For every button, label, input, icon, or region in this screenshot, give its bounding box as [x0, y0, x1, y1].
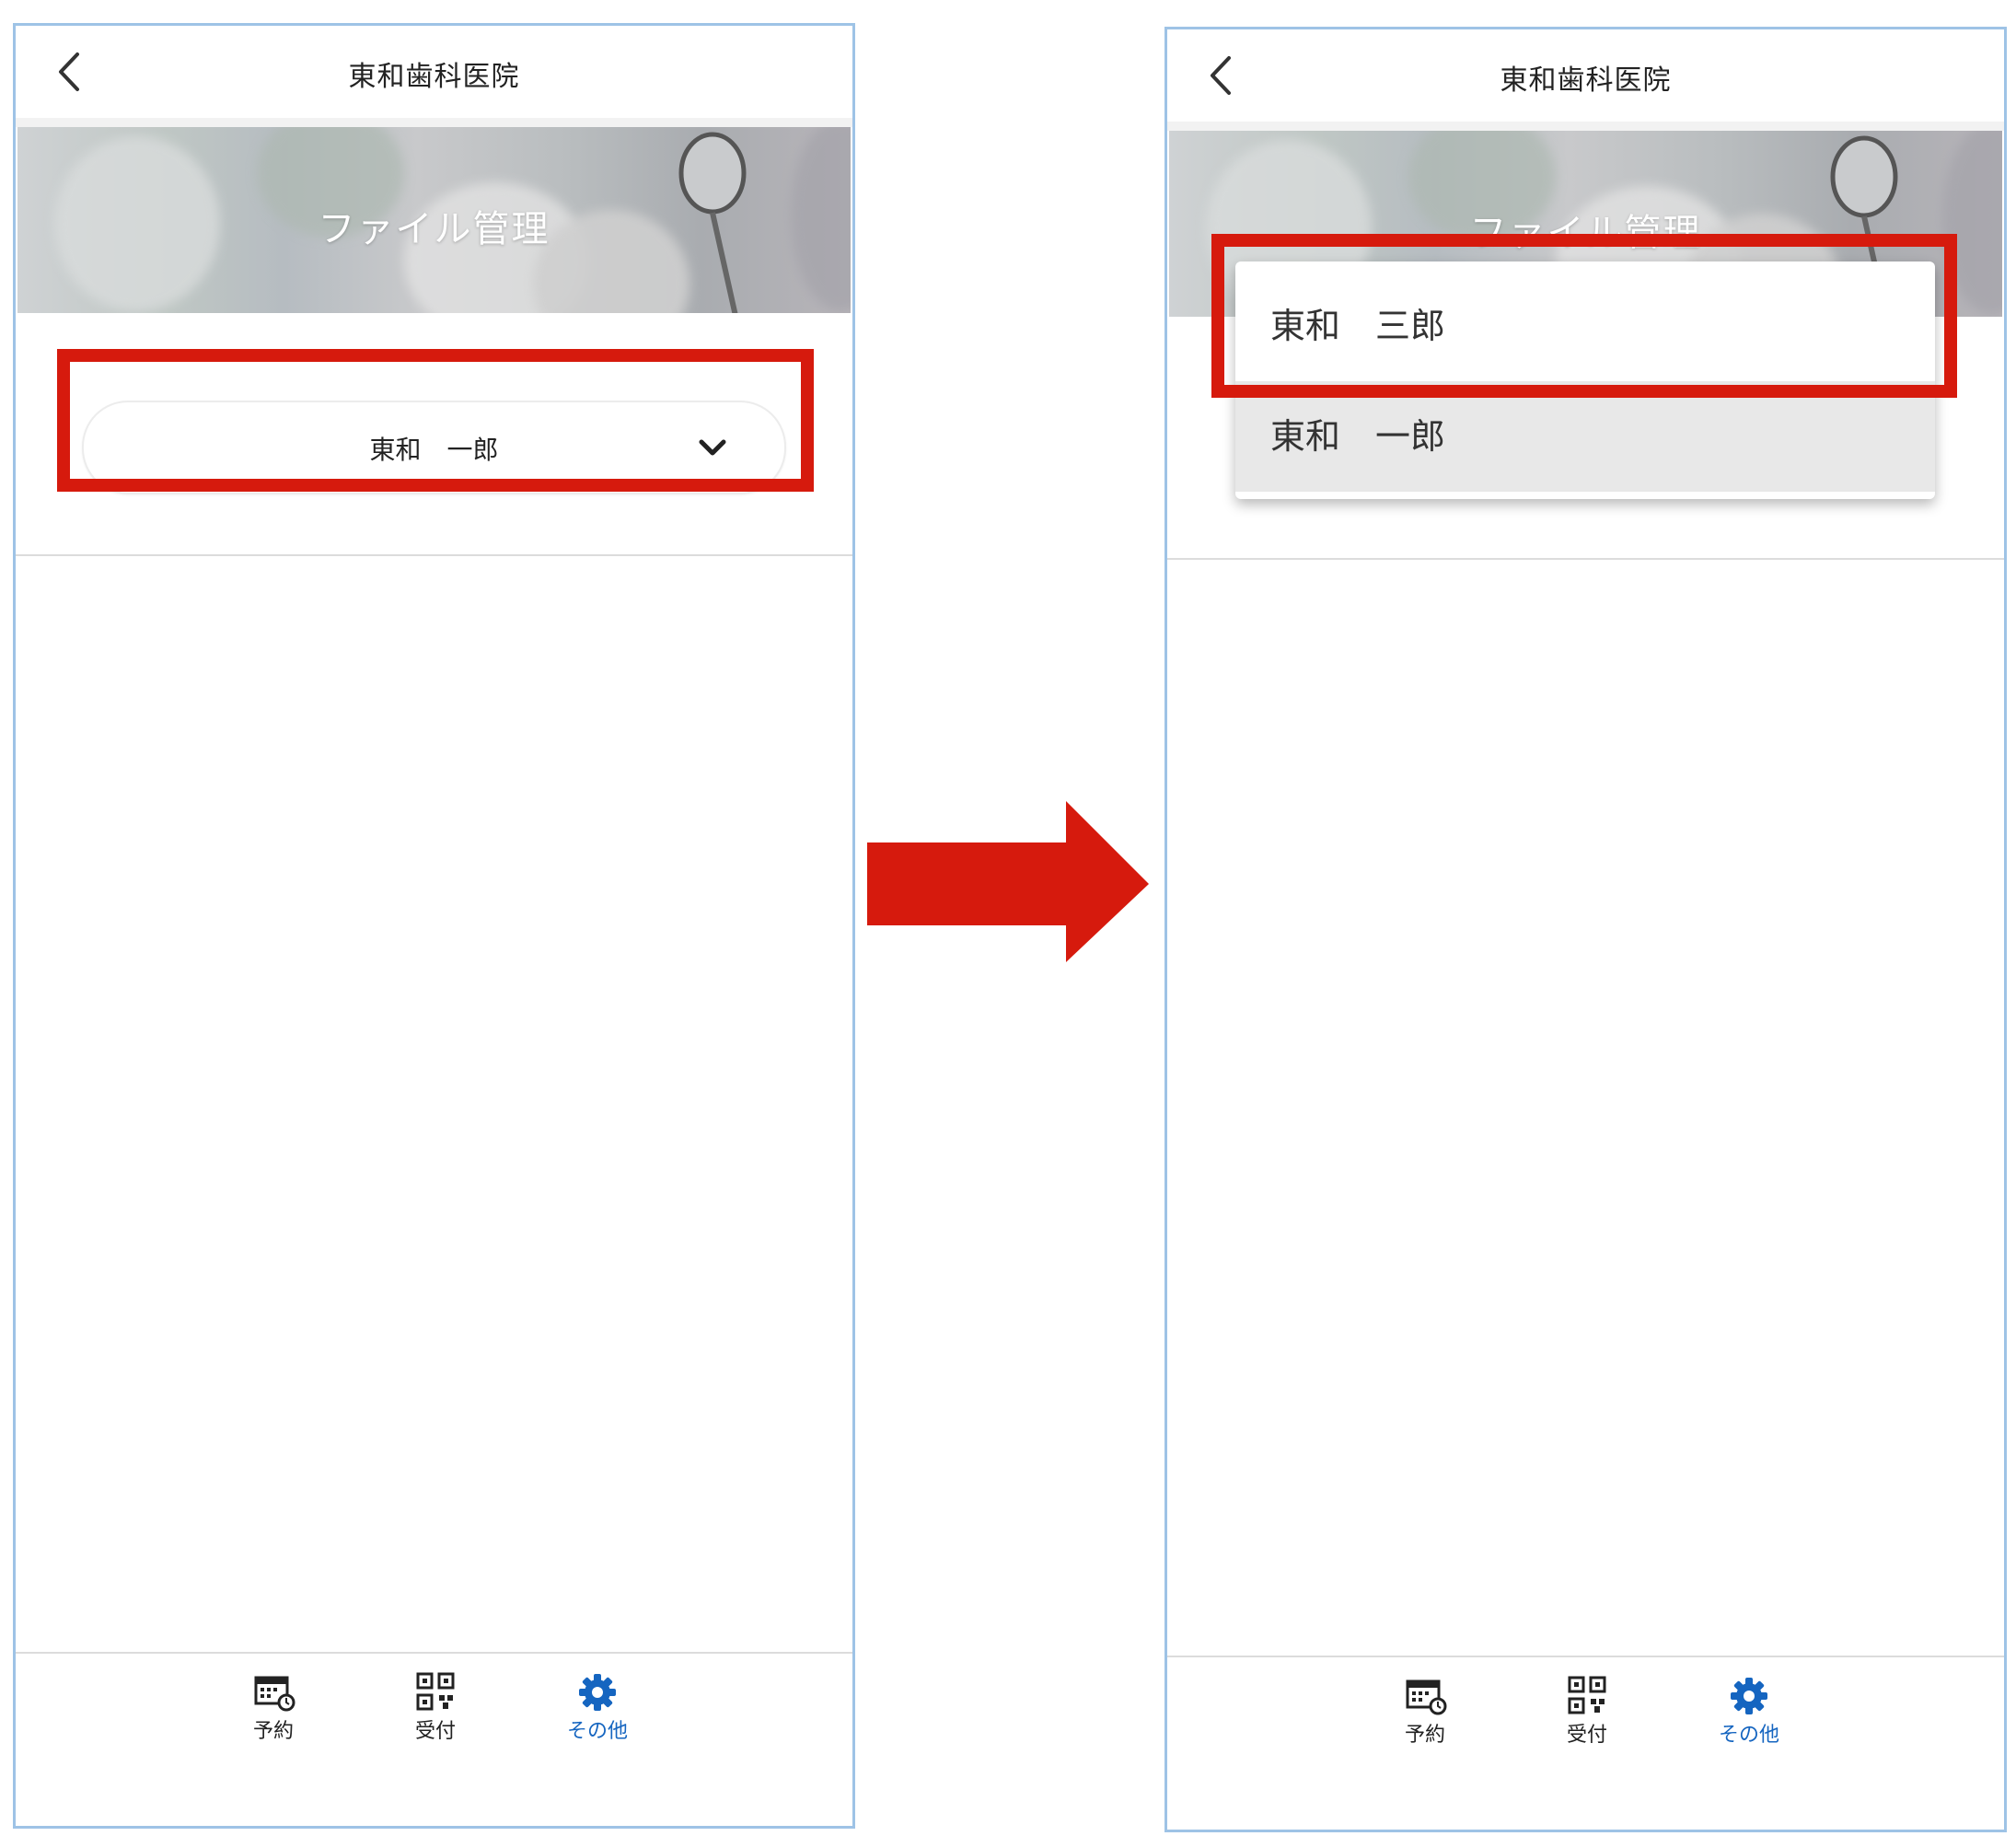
page-title: 東和歯科医院 — [1500, 64, 1672, 97]
nav-reservation[interactable]: 予約 — [1379, 1676, 1471, 1748]
qr-code-icon — [416, 1672, 455, 1711]
bottom-nav: 予約 受付 その他 — [1167, 1656, 2004, 1830]
nav-reception-label: 受付 — [1566, 1724, 1607, 1747]
app-header: 東和歯科医院 — [16, 26, 852, 127]
nav-other-label: その他 — [1718, 1724, 1779, 1747]
nav-reception[interactable]: 受付 — [1541, 1676, 1633, 1748]
banner-title: ファイル管理 — [318, 208, 550, 250]
banner: ファイル管理 — [17, 127, 851, 313]
highlight-patient-select — [57, 349, 814, 492]
nav-other[interactable]: その他 — [551, 1672, 643, 1744]
qr-code-icon — [1568, 1676, 1606, 1714]
nav-reception[interactable]: 受付 — [389, 1672, 481, 1744]
page-title: 東和歯科医院 — [348, 61, 520, 93]
arrow-right-icon — [867, 801, 1149, 962]
bottom-nav: 予約 受付 その他 — [16, 1652, 852, 1826]
nav-other[interactable]: その他 — [1703, 1676, 1795, 1748]
screen-before: 東和歯科医院 ファイル管理 東和 一郎 予約 受付 その他 — [13, 23, 855, 1829]
app-header: 東和歯科医院 — [1167, 29, 2004, 131]
calendar-clock-icon — [1406, 1679, 1447, 1715]
nav-reception-label: 受付 — [414, 1720, 456, 1743]
gear-icon — [1731, 1678, 1767, 1714]
nav-reservation-label: 予約 — [1404, 1724, 1445, 1747]
nav-other-label: その他 — [566, 1720, 628, 1743]
gear-icon — [579, 1674, 616, 1711]
calendar-clock-icon — [254, 1676, 295, 1712]
dropdown-option-selected[interactable]: 東和 一郎 — [1235, 381, 1935, 492]
nav-reservation[interactable]: 予約 — [227, 1672, 319, 1744]
nav-reservation-label: 予約 — [252, 1720, 294, 1743]
highlight-dropdown-option — [1211, 234, 1957, 398]
